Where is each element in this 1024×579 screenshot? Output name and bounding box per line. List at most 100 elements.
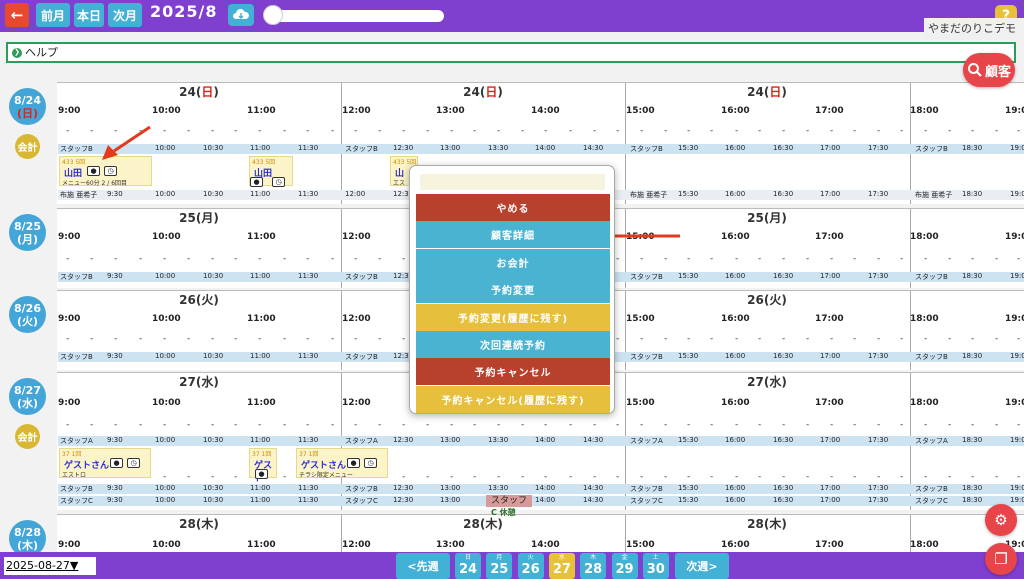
empty-slot[interactable]: - [283, 126, 286, 136]
empty-slot[interactable]: - [402, 420, 405, 430]
empty-slot[interactable]: - [139, 254, 142, 264]
empty-slot[interactable]: - [521, 472, 524, 482]
empty-slot[interactable]: - [258, 420, 261, 430]
empty-slot[interactable]: - [924, 472, 927, 482]
copy-button[interactable]: ❐ [985, 543, 1017, 575]
empty-slot[interactable]: - [758, 334, 761, 344]
empty-slot[interactable]: - [139, 126, 142, 136]
staff-row[interactable]: スタッフC 9:30 10:00 10:30 11:00 11:30 スタッフC 12:30 1… [58, 496, 1024, 506]
reservation-card[interactable]: 433 5回 山田 ● ◷ [249, 156, 293, 187]
empty-slot[interactable]: - [306, 420, 309, 430]
clock-icon[interactable]: ◷ [104, 166, 117, 176]
empty-slot[interactable]: - [710, 254, 713, 264]
empty-slot[interactable]: - [806, 126, 809, 136]
empty-slot[interactable]: - [234, 472, 237, 482]
next-month-button[interactable]: 次月 [108, 3, 142, 27]
empty-slot[interactable]: - [402, 472, 405, 482]
empty-slot[interactable]: - [710, 420, 713, 430]
empty-slot[interactable]: - [544, 420, 547, 430]
week-day-button-24[interactable]: 日 24 [455, 553, 481, 579]
empty-slot[interactable]: - [806, 420, 809, 430]
empty-slot[interactable]: - [687, 334, 690, 344]
empty-slot[interactable]: - [473, 472, 476, 482]
empty-slot[interactable]: - [877, 334, 880, 344]
empty-slot[interactable]: - [806, 254, 809, 264]
empty-slot[interactable]: - [924, 420, 927, 430]
empty-slot[interactable]: - [900, 334, 903, 344]
empty-slot[interactable]: - [710, 334, 713, 344]
empty-slot[interactable]: - [66, 334, 69, 344]
empty-slot[interactable]: - [640, 254, 643, 264]
empty-slot[interactable]: - [853, 334, 856, 344]
empty-slot[interactable]: - [378, 334, 381, 344]
empty-slot[interactable]: - [806, 334, 809, 344]
empty-slot[interactable]: - [758, 254, 761, 264]
menu-item-6[interactable]: 予約キャンセル [416, 358, 610, 386]
reservation-card[interactable]: 37 1回 ゲストさん ● ◷ チラシ限定メニュー [296, 448, 388, 479]
prev-week-button[interactable]: <先週 [396, 553, 450, 579]
empty-slot[interactable]: - [900, 126, 903, 136]
empty-slot[interactable]: - [354, 334, 357, 344]
empty-slot[interactable]: - [378, 254, 381, 264]
empty-slot[interactable]: - [758, 472, 761, 482]
empty-slot[interactable]: - [735, 472, 738, 482]
empty-slot[interactable]: - [948, 254, 951, 264]
week-day-button-27[interactable]: 水 27 [548, 553, 575, 579]
empty-slot[interactable]: - [163, 254, 166, 264]
reservation-card[interactable]: 37 1回 ゲストさん ● ◷ エストロ [59, 448, 151, 479]
empty-slot[interactable]: - [331, 334, 334, 344]
reservation-card[interactable]: 433 5回 山田 ● ◷ メニュー60分 2 / 6回目 [59, 156, 152, 187]
empty-slot[interactable]: - [830, 126, 833, 136]
empty-slot[interactable]: - [900, 254, 903, 264]
empty-slot[interactable]: - [426, 420, 429, 430]
empty-slot[interactable]: - [710, 126, 713, 136]
menu-item-7[interactable]: 予約キャンセル(履歴に残す) [416, 385, 610, 413]
empty-slot[interactable]: - [924, 126, 927, 136]
empty-slot[interactable]: - [664, 420, 667, 430]
empty-slot[interactable]: - [971, 254, 974, 264]
week-day-button-25[interactable]: 月 25 [486, 553, 513, 579]
empty-slot[interactable]: - [664, 472, 667, 482]
empty-slot[interactable]: - [283, 334, 286, 344]
empty-slot[interactable]: - [924, 254, 927, 264]
empty-slot[interactable]: - [806, 472, 809, 482]
empty-slot[interactable]: - [354, 420, 357, 430]
empty-slot[interactable]: - [616, 472, 619, 482]
empty-slot[interactable]: - [971, 126, 974, 136]
empty-slot[interactable]: - [948, 334, 951, 344]
empty-slot[interactable]: - [830, 254, 833, 264]
empty-slot[interactable]: - [616, 126, 619, 136]
empty-slot[interactable]: - [234, 126, 237, 136]
empty-slot[interactable]: - [853, 254, 856, 264]
settings-button[interactable]: ⚙ [985, 504, 1017, 536]
empty-slot[interactable]: - [687, 472, 690, 482]
help-bar[interactable]: ❯ ヘルプ [6, 42, 1016, 63]
empty-slot[interactable]: - [948, 420, 951, 430]
empty-slot[interactable]: - [66, 420, 69, 430]
empty-slot[interactable]: - [66, 126, 69, 136]
menu-item-1[interactable]: 顧客詳細 [416, 221, 610, 249]
empty-slot[interactable]: - [163, 420, 166, 430]
empty-slot[interactable]: - [687, 126, 690, 136]
menu-item-5[interactable]: 次回連続予約 [416, 331, 610, 358]
date-select[interactable]: 2025-08-27▼ [4, 557, 96, 575]
menu-item-0[interactable]: やめる [416, 194, 610, 221]
empty-slot[interactable]: - [258, 334, 261, 344]
empty-slot[interactable]: - [234, 334, 237, 344]
empty-slot[interactable]: - [640, 472, 643, 482]
empty-slot[interactable]: - [900, 420, 903, 430]
empty-slot[interactable]: - [331, 254, 334, 264]
empty-slot[interactable]: - [450, 420, 453, 430]
empty-slot[interactable]: - [402, 126, 405, 136]
empty-slot[interactable]: - [139, 420, 142, 430]
empty-slot[interactable]: - [90, 420, 93, 430]
empty-slot[interactable]: - [1017, 254, 1020, 264]
menu-item-2[interactable]: お会計 [416, 248, 610, 276]
empty-slot[interactable]: - [139, 334, 142, 344]
back-button[interactable]: ← [5, 3, 29, 27]
empty-slot[interactable]: - [853, 126, 856, 136]
payment-button[interactable]: 会計 [15, 424, 40, 449]
download-button[interactable] [228, 4, 254, 26]
empty-slot[interactable]: - [735, 420, 738, 430]
empty-slot[interactable]: - [234, 420, 237, 430]
